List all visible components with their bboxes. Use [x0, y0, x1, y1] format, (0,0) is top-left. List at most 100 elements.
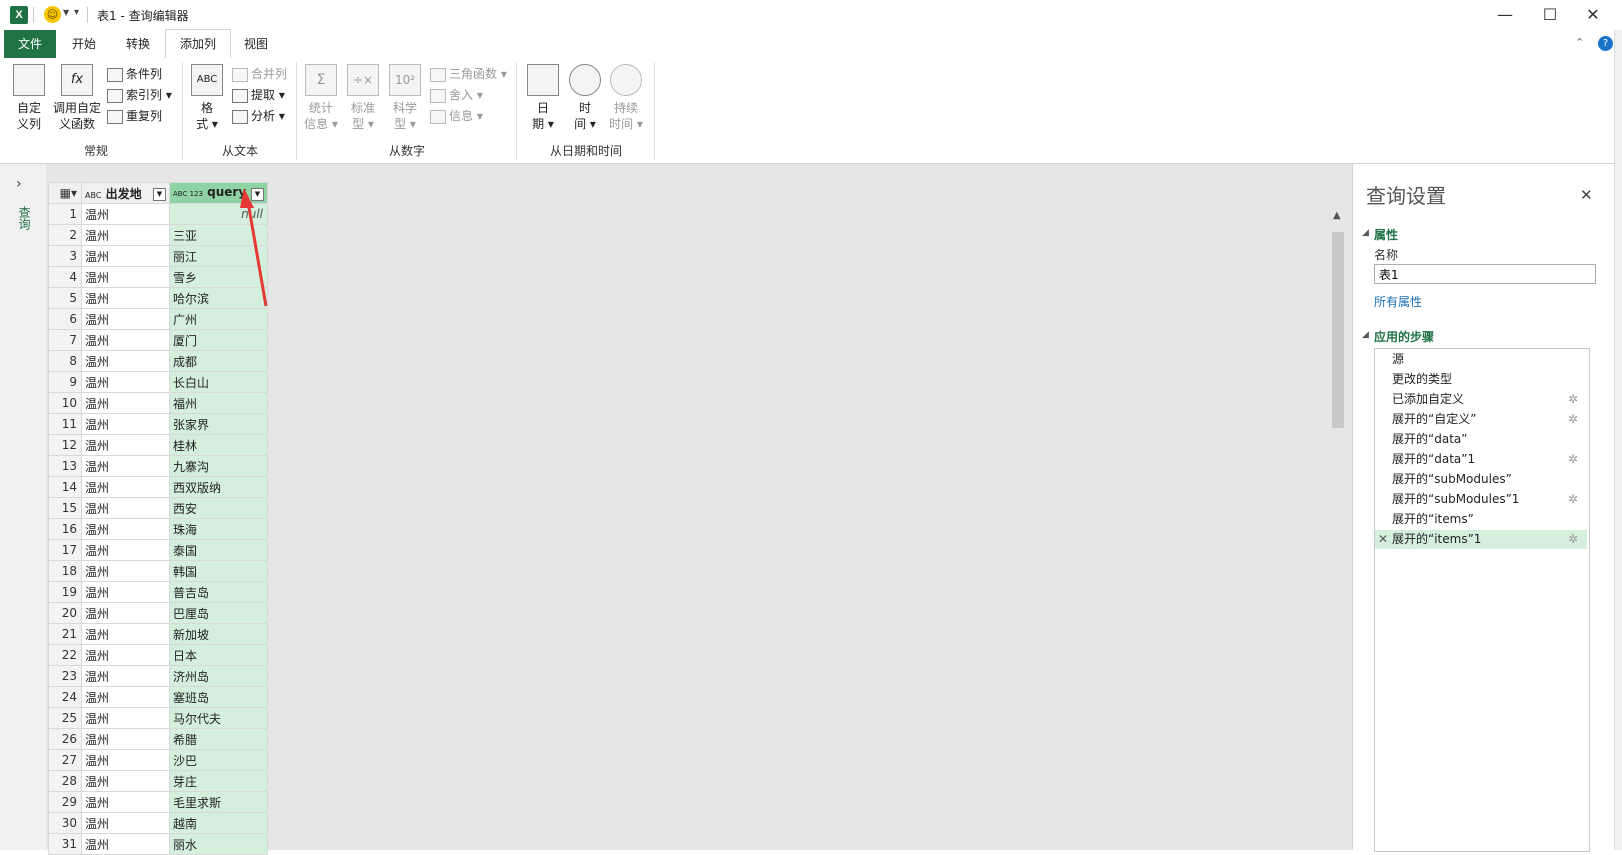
tab-add-column[interactable]: 添加列: [165, 29, 232, 59]
cell-origin[interactable]: 温州: [81, 329, 170, 351]
cell-origin[interactable]: 温州: [81, 308, 170, 330]
cell-origin[interactable]: 温州: [81, 224, 170, 246]
cell-origin[interactable]: 温州: [81, 476, 170, 498]
parse-button[interactable]: 分析 ▾: [232, 106, 285, 126]
applied-step-label[interactable]: 展开的“data”1: [1392, 450, 1475, 469]
cell-query[interactable]: 福州: [169, 392, 268, 414]
help-icon[interactable]: ?: [1598, 36, 1613, 51]
close-button[interactable]: ✕: [1578, 4, 1608, 26]
cell-origin[interactable]: 温州: [81, 623, 170, 645]
cell-query[interactable]: 厦门: [169, 329, 268, 351]
chevron-down-icon[interactable]: ▼: [63, 8, 69, 17]
scroll-up-arrow-icon[interactable]: ▲: [1333, 210, 1341, 221]
applied-step-label[interactable]: 更改的类型: [1392, 370, 1452, 389]
applied-step-label[interactable]: 已添加自定义: [1392, 390, 1464, 409]
collapse-triangle-icon[interactable]: ◢: [1362, 228, 1369, 238]
tab-transform[interactable]: 转换: [112, 30, 164, 58]
rounding-button[interactable]: 舍入 ▾: [430, 85, 483, 105]
cell-query[interactable]: 毛里求斯: [169, 791, 268, 813]
expand-pane-chevron-icon[interactable]: ›: [16, 176, 22, 192]
conditional-column-button[interactable]: 条件列: [107, 64, 162, 84]
cell-origin[interactable]: 温州: [81, 749, 170, 771]
applied-step-label[interactable]: 展开的“subModules”: [1392, 470, 1512, 489]
cell-origin[interactable]: 温州: [81, 560, 170, 582]
cell-query[interactable]: 韩国: [169, 560, 268, 582]
step-settings-gear-icon[interactable]: ✲: [1568, 452, 1578, 466]
cell-origin[interactable]: 温州: [81, 791, 170, 813]
cell-query[interactable]: 桂林: [169, 434, 268, 456]
cell-origin[interactable]: 温州: [81, 581, 170, 603]
step-settings-gear-icon[interactable]: ✲: [1568, 492, 1578, 506]
scientific-button[interactable]: 10² 科学 型 ▾: [388, 64, 422, 132]
cell-query[interactable]: 西双版纳: [169, 476, 268, 498]
statistics-button[interactable]: Σ 统计 信息 ▾: [304, 64, 338, 132]
cell-origin[interactable]: 温州: [81, 518, 170, 540]
cell-query[interactable]: 塞班岛: [169, 686, 268, 708]
cell-query[interactable]: 巴厘岛: [169, 602, 268, 624]
tab-view[interactable]: 视图: [230, 30, 282, 58]
tab-home[interactable]: 开始: [58, 30, 110, 58]
cell-origin[interactable]: 温州: [81, 497, 170, 519]
applied-step-label[interactable]: 展开的“自定义”: [1392, 410, 1476, 429]
table-menu-icon[interactable]: ▦▾: [48, 182, 82, 204]
applied-step-label[interactable]: 展开的“items”1: [1392, 530, 1481, 549]
cell-query[interactable]: 新加坡: [169, 623, 268, 645]
cell-query[interactable]: 日本: [169, 644, 268, 666]
cell-query[interactable]: 普吉岛: [169, 581, 268, 603]
cell-query[interactable]: 泰国: [169, 539, 268, 561]
collapse-triangle-icon[interactable]: ◢: [1362, 330, 1369, 340]
properties-header[interactable]: 属性: [1374, 226, 1398, 243]
tab-file[interactable]: 文件: [4, 30, 57, 58]
applied-step-row[interactable]: [1375, 350, 1587, 369]
all-properties-link[interactable]: 所有属性: [1374, 293, 1422, 310]
cell-origin[interactable]: 温州: [81, 413, 170, 435]
any-type-icon[interactable]: ABC 123: [173, 190, 203, 198]
cell-query[interactable]: 希腊: [169, 728, 268, 750]
cell-origin[interactable]: 温州: [81, 266, 170, 288]
cell-query[interactable]: 张家界: [169, 413, 268, 435]
cell-origin[interactable]: 温州: [81, 371, 170, 393]
time-button[interactable]: 时 间 ▾: [568, 64, 602, 132]
cell-query[interactable]: 九寨沟: [169, 455, 268, 477]
cell-origin[interactable]: 温州: [81, 707, 170, 729]
cell-origin[interactable]: 温州: [81, 686, 170, 708]
step-settings-gear-icon[interactable]: ✲: [1568, 412, 1578, 426]
queries-pane-label[interactable]: 查询: [16, 206, 33, 230]
cell-origin[interactable]: 温州: [81, 770, 170, 792]
quick-access-customize-icon[interactable]: ▾: [74, 7, 79, 18]
filter-dropdown-icon[interactable]: ▼: [153, 187, 166, 201]
cell-query[interactable]: 成都: [169, 350, 268, 372]
cell-origin[interactable]: 温州: [81, 812, 170, 834]
extract-button[interactable]: 提取 ▾: [232, 85, 285, 105]
cell-query[interactable]: 芽庄: [169, 770, 268, 792]
maximize-button[interactable]: ☐: [1535, 4, 1565, 26]
cell-origin[interactable]: 温州: [81, 434, 170, 456]
minimize-button[interactable]: —: [1490, 4, 1520, 26]
scrollbar-thumb[interactable]: [1332, 232, 1344, 428]
collapse-ribbon-icon[interactable]: ⌃: [1575, 36, 1584, 49]
cell-origin[interactable]: 温州: [81, 665, 170, 687]
applied-step-label[interactable]: 展开的“subModules”1: [1392, 490, 1519, 509]
duration-button[interactable]: 持续 时间 ▾: [606, 64, 646, 132]
invoke-custom-function-button[interactable]: fx 调用自定 义函数: [52, 64, 102, 132]
cell-origin[interactable]: 温州: [81, 644, 170, 666]
cell-query[interactable]: 马尔代夫: [169, 707, 268, 729]
trigonometry-button[interactable]: 三角函数 ▾: [430, 64, 507, 84]
index-column-button[interactable]: 索引列 ▾: [107, 85, 172, 105]
cell-origin[interactable]: 温州: [81, 602, 170, 624]
cell-origin[interactable]: 温州: [81, 287, 170, 309]
format-button[interactable]: ABC 格 式 ▾: [190, 64, 224, 132]
standard-button[interactable]: ÷× 标准 型 ▾: [346, 64, 380, 132]
cell-origin[interactable]: 温州: [81, 392, 170, 414]
cell-query[interactable]: 济州岛: [169, 665, 268, 687]
cell-origin[interactable]: 温州: [81, 245, 170, 267]
cell-origin[interactable]: 温州: [81, 203, 170, 225]
date-button[interactable]: 日 期 ▾: [526, 64, 560, 132]
text-type-icon[interactable]: ABC: [85, 191, 101, 200]
merge-columns-button[interactable]: 合并列: [232, 64, 287, 84]
custom-column-button[interactable]: 自定 义列: [10, 64, 48, 132]
cell-query[interactable]: 广州: [169, 308, 268, 330]
applied-step-label[interactable]: 源: [1392, 350, 1404, 369]
delete-step-icon[interactable]: ✕: [1378, 532, 1388, 546]
applied-step-label[interactable]: 展开的“items”: [1392, 510, 1474, 529]
